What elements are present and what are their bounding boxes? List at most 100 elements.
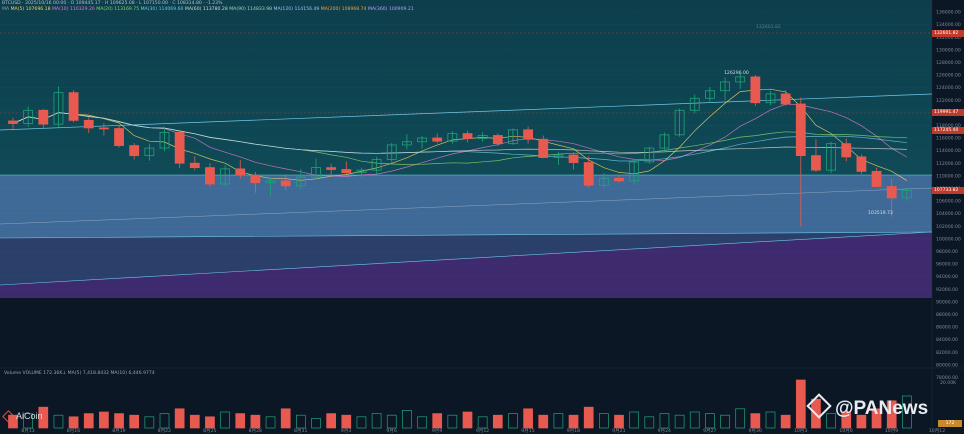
volume-bar (492, 414, 503, 429)
time-tick-label: 9月21 (612, 428, 625, 434)
ma20-value: MA(20) 113169.75 (96, 7, 140, 12)
volume-bar (371, 413, 382, 429)
candle-body (235, 168, 246, 176)
time-tick-label: 9月6 (386, 428, 397, 434)
time-tick-label: 9月12 (476, 428, 489, 434)
candle-body (462, 133, 473, 140)
volume-bar (53, 414, 64, 429)
candle-body (750, 76, 761, 104)
time-tick-label: 8月22 (158, 428, 171, 434)
ma-legend-label: MA (2, 7, 10, 12)
volume-bar (402, 410, 412, 429)
volume-bar (250, 414, 261, 429)
volume-bar (795, 379, 806, 429)
volume-bar (765, 411, 776, 429)
price-tick-label: 128000.00 (936, 60, 961, 66)
price-tick-label: 88000.00 (936, 312, 958, 318)
volume-series (8, 379, 912, 429)
time-tick-label: 9月15 (521, 428, 534, 434)
time-axis: 8月13 8月16 8月19 8月22 8月25 8月28 8月31 9月3 9月6 9月9 9月1… (21, 428, 945, 434)
time-tick-label: 8月25 (203, 428, 216, 434)
candle-body (326, 167, 337, 170)
time-tick-label: 8月31 (294, 428, 307, 434)
volume-bar (386, 414, 397, 429)
time-tick-label: 9月24 (658, 428, 671, 434)
time-tick-label: 8月28 (249, 428, 262, 434)
time-tick-label: 9月18 (567, 428, 580, 434)
time-tick-label: 8月16 (67, 428, 80, 434)
panews-watermark: @PANews (806, 393, 928, 420)
time-tick-label: 10月12 (929, 428, 945, 434)
volume-bar (553, 413, 564, 429)
candle-body (99, 127, 109, 130)
volume-bar (629, 411, 640, 429)
volume-bar (674, 414, 685, 429)
candle-body (871, 170, 882, 187)
low-price-label: 103519.73 (868, 211, 893, 216)
time-tick-label: 10月9 (885, 428, 898, 434)
price-tick-label: 134000.00 (936, 22, 961, 28)
volume-bar (462, 411, 473, 429)
price-tick-label: 116000.00 (936, 136, 961, 142)
volume-bar (705, 413, 715, 429)
candle-body (250, 174, 261, 184)
volume-bar (477, 416, 488, 429)
volume-bar (447, 414, 458, 429)
candle-body (280, 180, 291, 187)
candle-body (68, 92, 79, 121)
volume-bar (174, 408, 185, 429)
aicoin-logo-icon (2, 410, 15, 423)
volume-bar (598, 413, 609, 429)
ma30-value: MA(30) 114069.60 (140, 7, 184, 12)
time-tick-label: 10月3 (794, 428, 807, 434)
ma90-value: MA(90) 114833.98 (229, 7, 273, 12)
candle-body (114, 128, 124, 146)
candle-body (8, 120, 18, 124)
price-tick-label: 98000.00 (936, 249, 958, 255)
panews-logo-icon (806, 393, 832, 419)
candle-body (841, 143, 852, 158)
price-tick-label: 136000.00 (936, 10, 961, 16)
time-tick-label: 9月3 (341, 428, 352, 434)
top-line-label: 132601.82 (756, 25, 781, 30)
volume-bar (83, 413, 94, 429)
volume-bar (583, 406, 594, 429)
price-tick-label: 96000.00 (936, 262, 958, 268)
volume-bar (311, 418, 321, 429)
price-tick-label: 112000.00 (936, 161, 961, 167)
volume-axis-tag: 172 (938, 420, 962, 427)
volume-bar (568, 414, 579, 429)
time-tick-label: 9月30 (749, 428, 762, 434)
volume-axis-top: 20.00K (940, 381, 957, 386)
candle-body (583, 162, 594, 186)
volume-bar (659, 413, 670, 429)
candle-body (780, 93, 791, 105)
candle-body (341, 169, 352, 174)
ma5-value: MA(5) 107696.18 (10, 7, 51, 12)
volume-bar (68, 416, 79, 429)
price-tick-label: 100000.00 (936, 236, 961, 242)
volume-bar (341, 414, 352, 429)
volume-bar (189, 414, 200, 429)
price-tick-label: 92000.00 (936, 287, 958, 293)
ma-legend: MA MA(5) 107696.18 MA(10) 110329.26 MA(2… (2, 7, 414, 13)
price-tick-label: 84000.00 (936, 337, 958, 343)
candle-body (811, 155, 821, 171)
ma10-value: MA(10) 110329.26 (51, 7, 95, 12)
candle-body (568, 154, 579, 163)
price-tick-label: 110000.00 (936, 173, 961, 179)
price-tick-label: 104000.00 (936, 211, 961, 217)
price-tick-label: 82000.00 (936, 350, 958, 356)
price-chart[interactable]: 136000.00134000.00132000.00130000.001280… (0, 0, 964, 434)
volume-bar (689, 411, 700, 429)
candle-body (83, 119, 94, 129)
candle-body (886, 186, 897, 199)
price-tick-label: 126000.00 (936, 73, 961, 79)
candle-body (174, 131, 185, 164)
volume-bar (220, 411, 230, 429)
time-tick-label: 10月6 (839, 428, 852, 434)
ma120-value: MA(120) 114156.49 (273, 7, 320, 12)
price-tag: 132601.82 (932, 29, 964, 37)
volume-bar (614, 414, 624, 429)
volume-bar (644, 416, 655, 429)
